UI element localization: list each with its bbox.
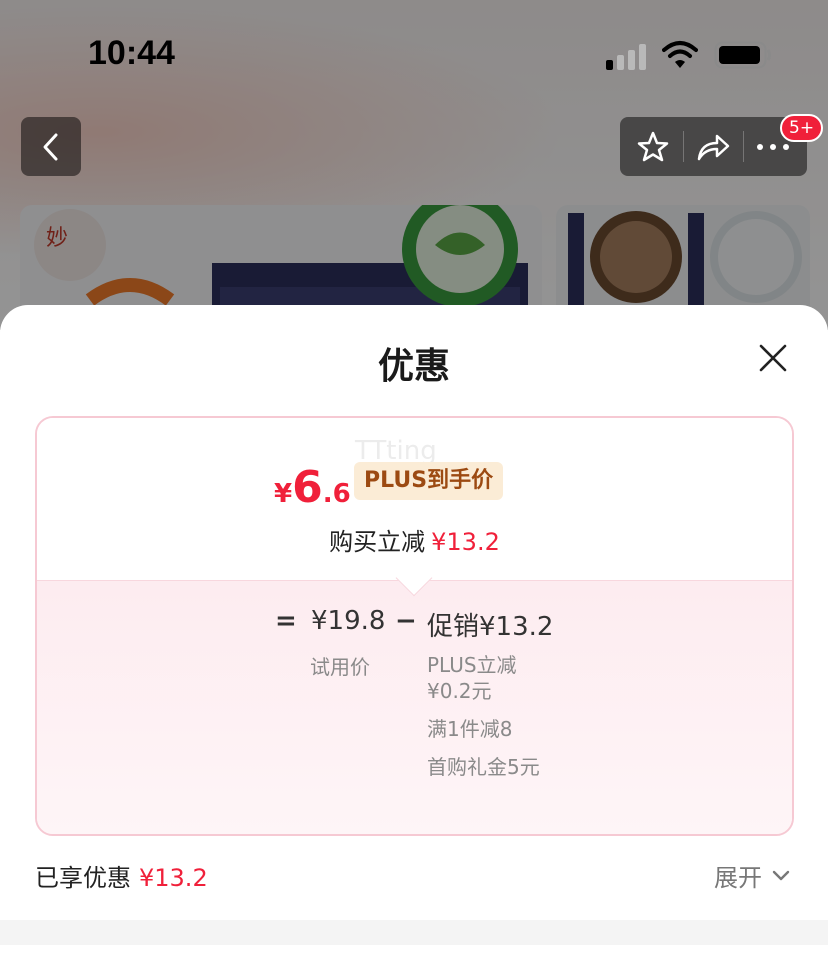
- discount-sheet: 优惠 TTting ¥6.6 PLUS到手价 购买立减 ¥13.2 = ¥19.8…: [0, 305, 828, 965]
- more-dots-icon: [757, 143, 789, 150]
- close-icon: [759, 344, 787, 372]
- promo-detail-list: PLUS立减¥0.2元 满1件减8 首购礼金5元: [427, 652, 547, 792]
- equals-sign: =: [275, 606, 297, 636]
- nav-actions-group: [620, 117, 807, 176]
- battery-icon: [714, 41, 771, 69]
- expand-label: 展开: [714, 864, 762, 892]
- final-price: ¥6.6: [274, 462, 351, 513]
- base-price: ¥19.8: [311, 606, 386, 636]
- final-price-section: TTting ¥6.6 PLUS到手价 购买立减 ¥13.2: [37, 418, 792, 580]
- product-page-background: 妙 10:44 5+: [0, 0, 828, 330]
- saved-value: ¥13.2: [139, 864, 208, 892]
- sheet-footer-divider: [0, 920, 828, 945]
- reduction-value: ¥13.2: [431, 528, 500, 556]
- share-button[interactable]: [684, 117, 742, 176]
- promo-detail-item: PLUS立减¥0.2元: [427, 653, 517, 703]
- final-price-integer: 6: [292, 462, 323, 513]
- notification-badge: 5+: [780, 114, 824, 142]
- saved-label: 已享优惠: [35, 864, 131, 892]
- promo-detail-item: 首购礼金5元: [427, 755, 540, 779]
- saved-discount-row: 已享优惠 ¥13.2: [35, 858, 208, 893]
- plus-price-tag: PLUS到手价: [354, 462, 504, 500]
- wifi-icon: [662, 41, 698, 68]
- promo-discount: 促销¥13.2: [427, 612, 554, 642]
- reduction-label: 购买立减: [329, 528, 426, 556]
- trial-price-label: 试用价: [310, 655, 370, 679]
- close-button[interactable]: [752, 337, 794, 379]
- price-breakdown-card: TTting ¥6.6 PLUS到手价 购买立减 ¥13.2 = ¥19.8 − …: [35, 416, 794, 836]
- minus-sign: −: [395, 606, 417, 636]
- expand-button[interactable]: 展开: [714, 858, 790, 893]
- purchase-reduction: 购买立减 ¥13.2: [37, 522, 792, 557]
- back-button[interactable]: [21, 117, 81, 176]
- chevron-left-icon: [43, 133, 58, 160]
- promo-detail-item: 满1件减8: [427, 717, 513, 741]
- status-bar: 10:44: [0, 0, 828, 100]
- favorite-button[interactable]: [624, 117, 682, 176]
- chevron-down-icon: [772, 870, 790, 880]
- final-price-decimal: .6: [322, 479, 351, 509]
- star-icon: [637, 131, 669, 161]
- status-time: 10:44: [88, 34, 175, 72]
- sheet-title: 优惠: [377, 346, 450, 387]
- final-price-currency: ¥: [274, 479, 293, 509]
- share-icon: [697, 134, 730, 160]
- cellular-signal-icon: [606, 42, 648, 70]
